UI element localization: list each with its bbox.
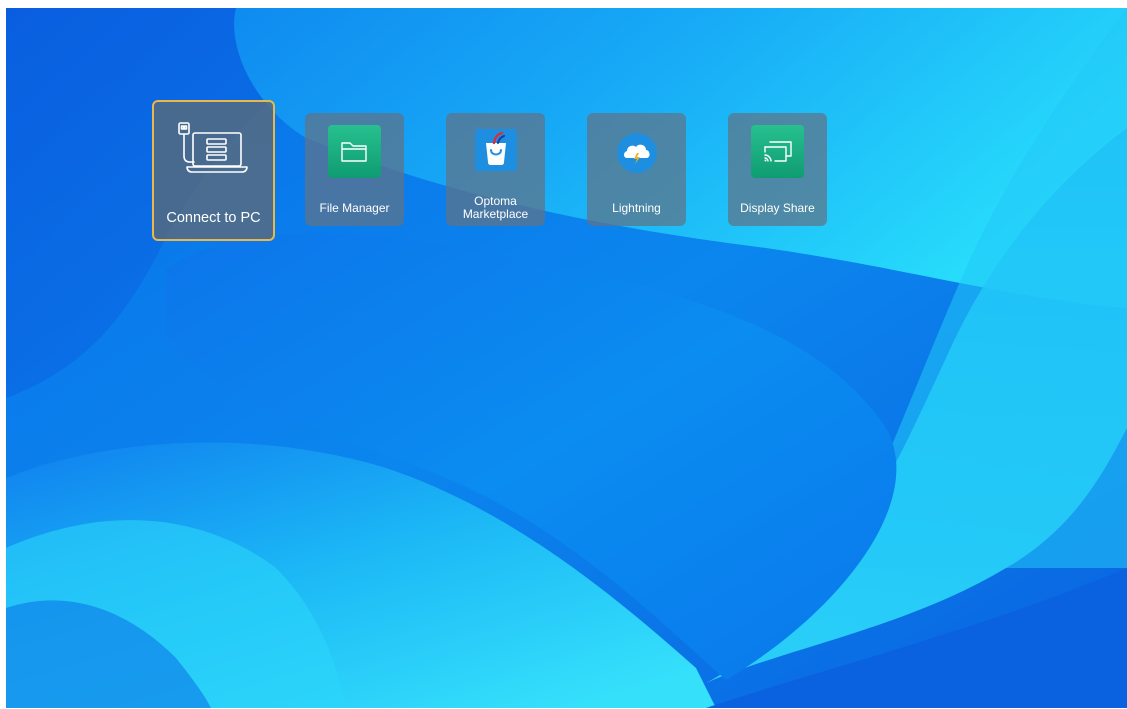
screen-cast-icon [751, 125, 804, 178]
shopping-bag-icon [473, 127, 519, 173]
tile-label: File Manager [319, 201, 390, 215]
app-tile-display-share[interactable]: Display Share [728, 113, 827, 226]
tile-label: Optoma Marketplace [462, 194, 529, 221]
cloud-lightning-icon [615, 131, 659, 175]
app-tile-lightning[interactable]: Lightning [587, 113, 686, 226]
app-tile-optoma-marketplace[interactable]: Optoma Marketplace [446, 113, 545, 226]
tile-label: Lightning [612, 201, 661, 215]
connect-to-pc-icon [176, 120, 252, 178]
tile-label: Connect to PC [166, 210, 261, 226]
app-tile-file-manager[interactable]: File Manager [305, 113, 404, 226]
tile-label: Display Share [740, 201, 815, 215]
home-screen: Connect to PC File Manager Optoma Market… [6, 8, 1127, 708]
folder-icon [328, 125, 381, 178]
app-tile-connect-to-pc[interactable]: Connect to PC [152, 100, 275, 241]
